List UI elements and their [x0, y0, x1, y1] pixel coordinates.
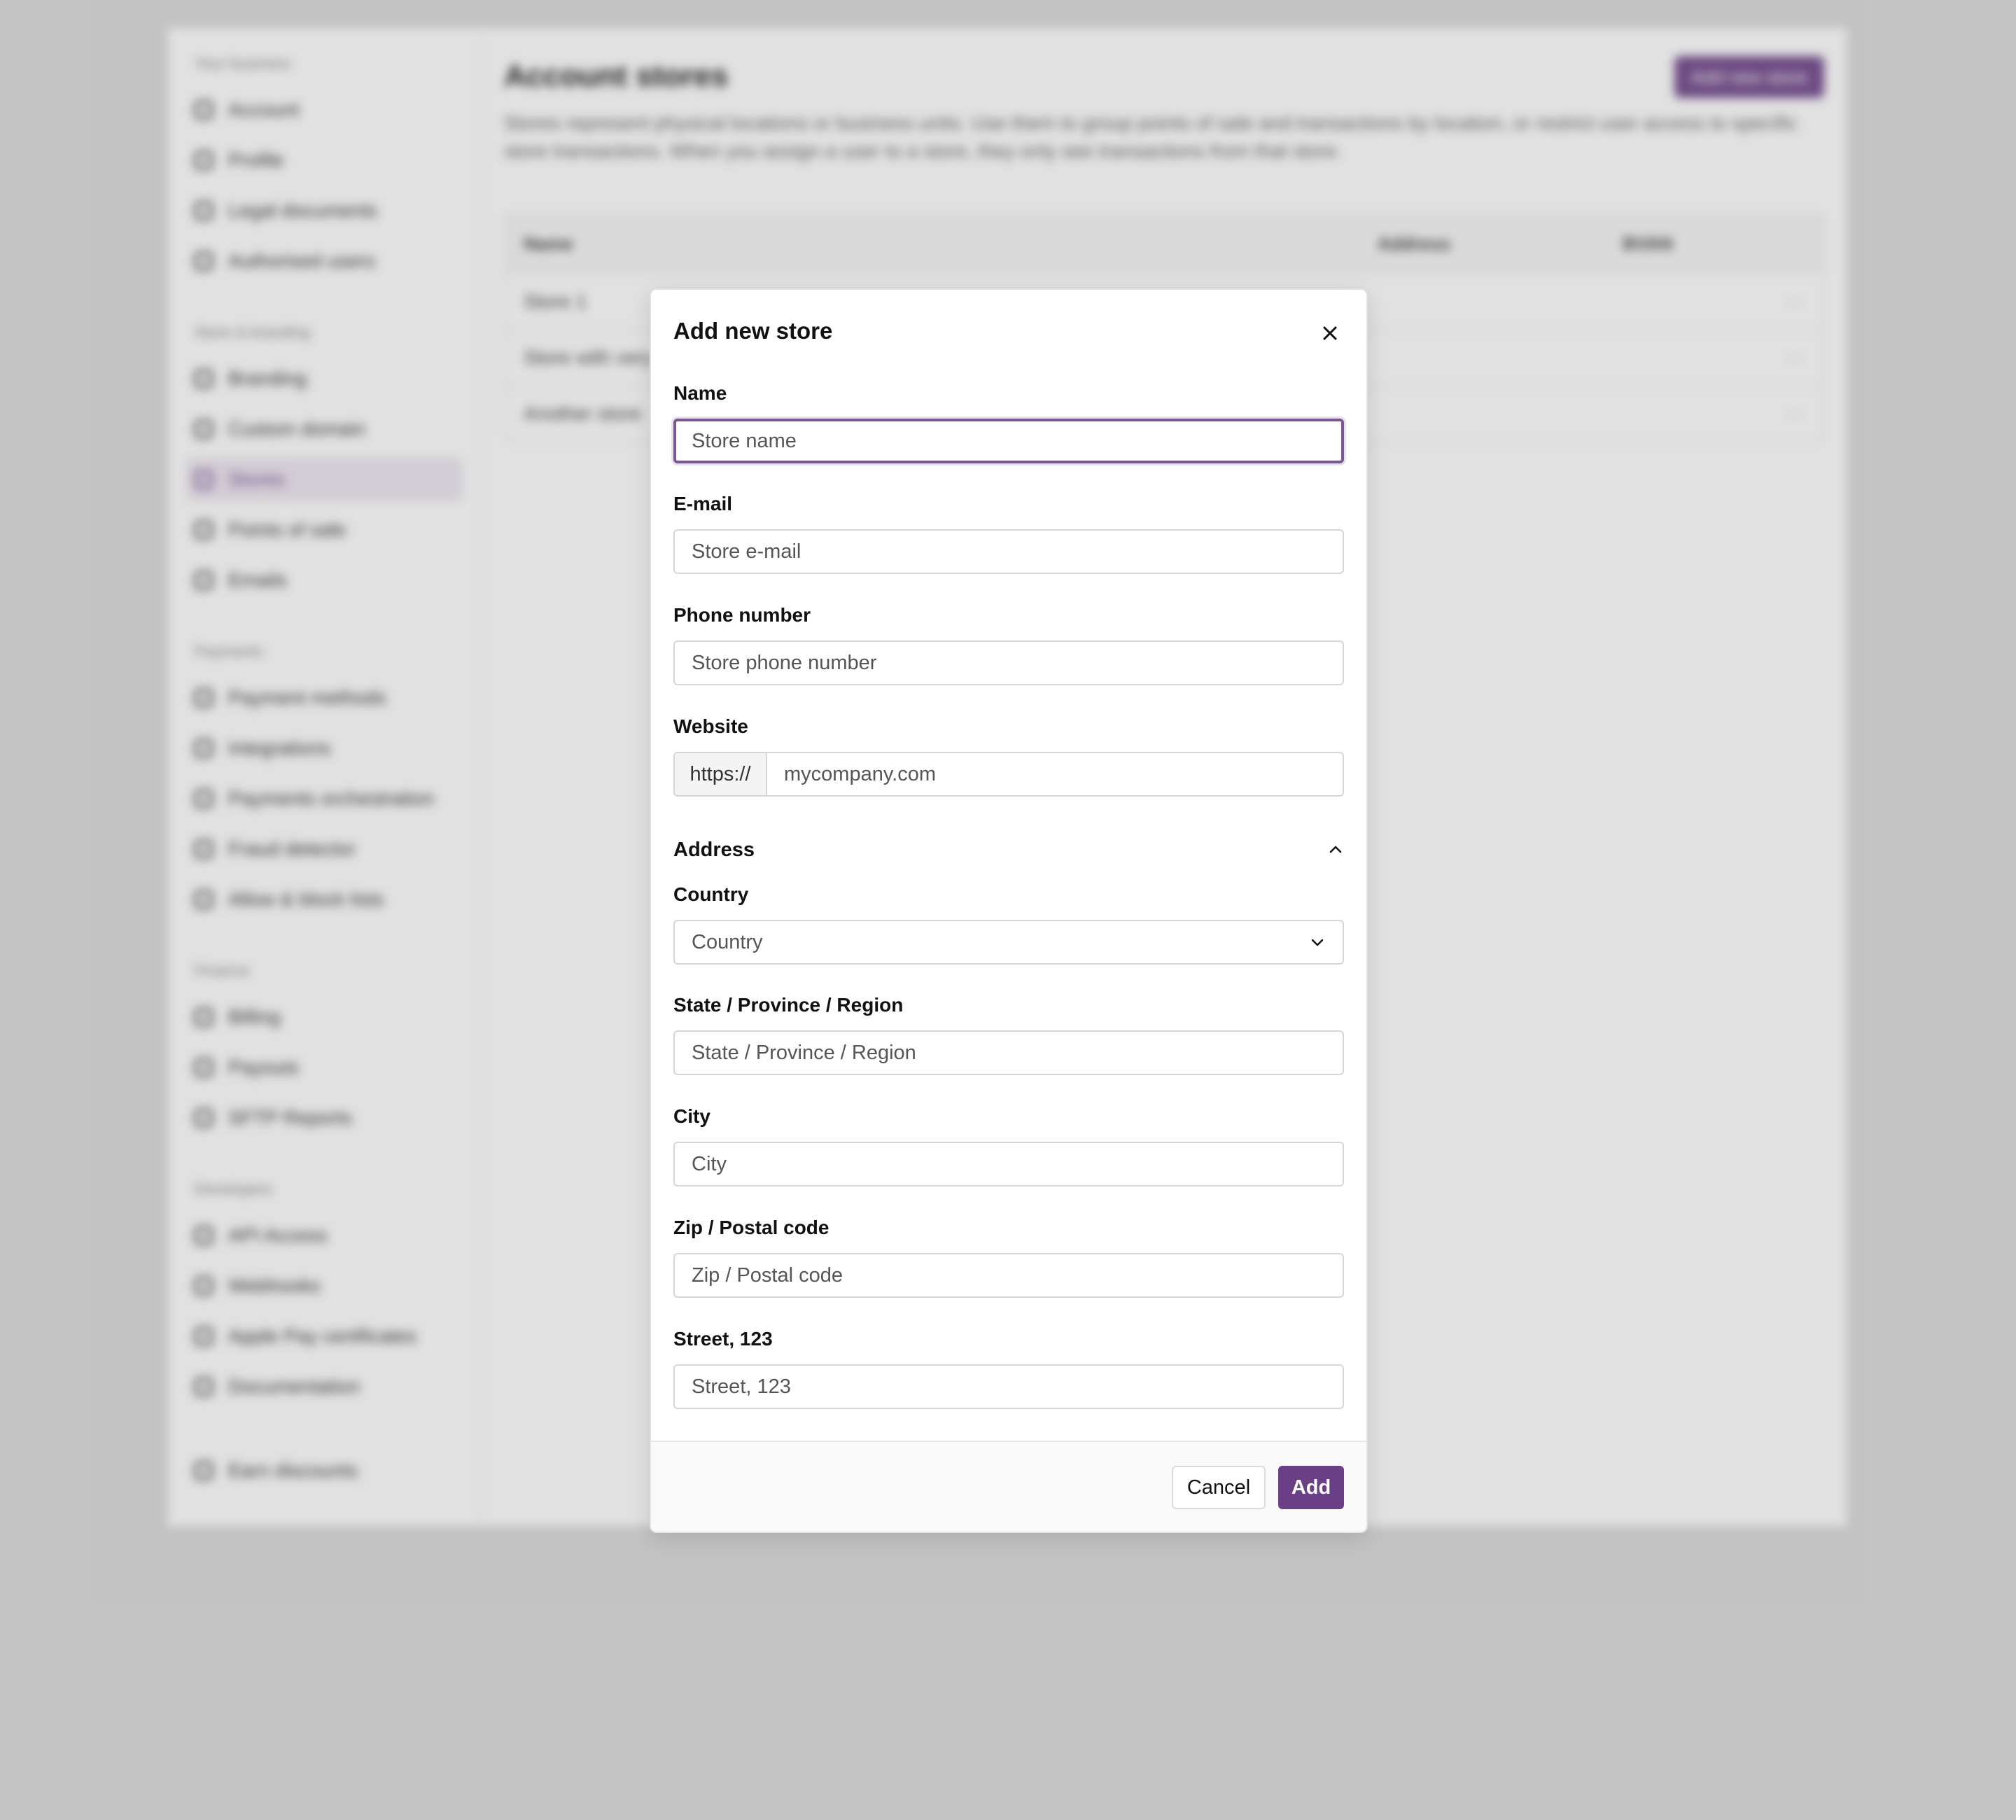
phone-input[interactable]	[673, 640, 1344, 685]
add-button[interactable]: Add	[1278, 1466, 1344, 1509]
phone-field-group: Phone number	[673, 603, 1344, 685]
country-field-group: Country Country	[673, 882, 1344, 965]
website-label: Website	[673, 715, 748, 737]
add-store-dialog: Add new store Name E-mail Phone number W…	[650, 288, 1368, 1533]
street-input[interactable]	[673, 1364, 1344, 1409]
close-icon	[1323, 326, 1337, 340]
email-input[interactable]	[673, 529, 1344, 574]
dialog-title: Add new store	[673, 318, 833, 344]
website-field-group: Website https://	[673, 714, 1344, 797]
dialog-footer: Cancel Add	[651, 1441, 1366, 1532]
name-field-group: Name	[673, 381, 1344, 463]
phone-label: Phone number	[673, 604, 811, 626]
dialog-body: Add new store Name E-mail Phone number W…	[651, 290, 1366, 1442]
email-label: E-mail	[673, 493, 733, 514]
email-field-group: E-mail	[673, 491, 1344, 574]
zip-label: Zip / Postal code	[673, 1217, 830, 1238]
name-input[interactable]	[673, 419, 1344, 463]
address-section-toggle[interactable]: Address	[673, 836, 1344, 864]
website-input-group: https://	[673, 752, 1344, 797]
city-input[interactable]	[673, 1142, 1344, 1186]
address-section-title: Address	[673, 838, 755, 861]
state-input[interactable]	[673, 1030, 1344, 1075]
name-label: Name	[673, 382, 727, 404]
country-selected-value: Country	[692, 930, 763, 953]
zip-input[interactable]	[673, 1253, 1344, 1298]
country-select[interactable]: Country	[673, 920, 1344, 965]
chevron-up-icon	[1329, 846, 1342, 853]
street-field-group: Street, 123	[673, 1326, 1344, 1409]
street-label: Street, 123	[673, 1328, 773, 1350]
close-button[interactable]	[1316, 319, 1344, 347]
state-label: State / Province / Region	[673, 994, 904, 1016]
chevron-down-icon	[1311, 939, 1324, 946]
website-prefix: https://	[675, 753, 767, 795]
country-label: Country	[673, 883, 749, 905]
cancel-button[interactable]: Cancel	[1172, 1466, 1266, 1509]
state-field-group: State / Province / Region	[673, 993, 1344, 1075]
website-input[interactable]	[767, 753, 1343, 795]
zip-field-group: Zip / Postal code	[673, 1215, 1344, 1298]
city-label: City	[673, 1105, 710, 1127]
city-field-group: City	[673, 1104, 1344, 1186]
